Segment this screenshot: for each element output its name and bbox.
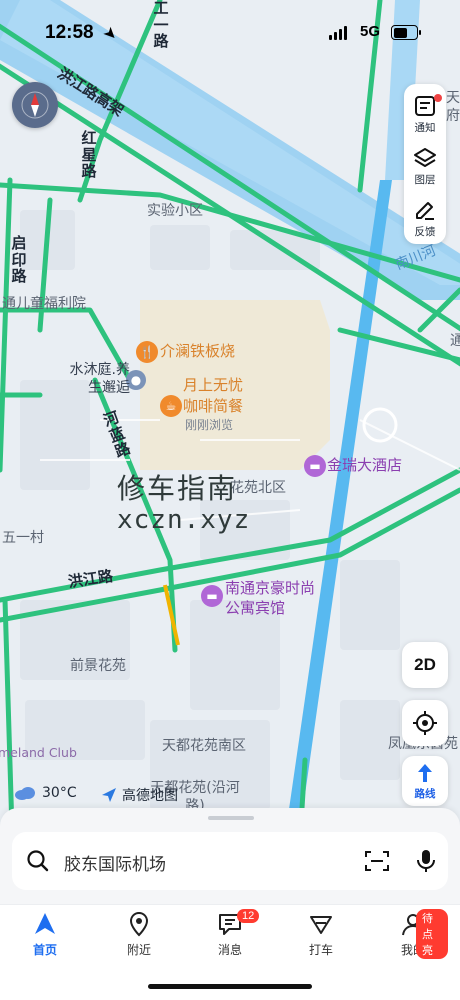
status-bar: 12:58 ➤ 5G	[0, 18, 460, 52]
locate-icon	[413, 711, 437, 735]
signal-icon	[329, 26, 347, 40]
battery-icon	[391, 25, 421, 40]
watermark-line1: 修车指南	[117, 472, 238, 505]
tab-messages-label: 消息	[217, 943, 242, 957]
scan-icon[interactable]	[364, 849, 390, 873]
restaurant-pin-icon[interactable]: 🍴	[136, 341, 158, 363]
poi-jielan[interactable]: 介澜铁板烧	[160, 342, 235, 361]
hotel-pin-icon[interactable]: ▬	[304, 455, 326, 477]
amap-logo-text: 高德地图	[122, 788, 178, 804]
tab-bar: 首页 附近 消息 12 打车 我的 待点亮	[0, 904, 460, 1000]
home-indicator	[148, 984, 312, 989]
view-mode-button[interactable]: 2D	[402, 642, 448, 688]
poi-shuimu[interactable]: 水沐庭.养生邂逅	[60, 362, 130, 397]
area-label-tiandu-nan: 天都花苑南区	[162, 738, 246, 754]
area-label-qianjing: 前景花苑	[70, 658, 126, 674]
map-toolbar: 通知 图层 反馈	[404, 84, 446, 244]
taxi-icon	[310, 916, 332, 934]
tab-home[interactable]: 首页	[10, 911, 80, 958]
tab-profile[interactable]: 我的 待点亮	[378, 909, 448, 959]
layers-button[interactable]: 图层	[404, 140, 446, 192]
area-label-edge-tong: 通	[450, 333, 460, 349]
feedback-label: 反馈	[414, 225, 436, 238]
hotel-pin-icon[interactable]: ▬	[201, 585, 223, 607]
location-arrow-icon: ➤	[99, 22, 123, 45]
area-label-edge-tian: 天府	[446, 90, 460, 124]
road-label-qiyin: 启印路	[11, 234, 27, 285]
notify-label: 通知	[414, 121, 436, 134]
search-input[interactable]: 胶东国际机场	[64, 850, 166, 875]
area-label-wuyi: 五一村	[2, 530, 44, 546]
amap-logo: 高德地图	[100, 785, 178, 805]
area-label-children-welfare: 通儿童福利院	[2, 296, 86, 312]
home-arrow-icon	[35, 913, 55, 934]
road-label-hongxing: 红星路	[81, 129, 97, 180]
poi-nantong-hotel[interactable]: 南通京豪时尚公寓宾馆	[225, 578, 317, 619]
feedback-icon	[416, 201, 434, 220]
area-label-shiyan: 实验小区	[147, 203, 203, 219]
cafe-pin-icon[interactable]: ☕	[160, 395, 182, 417]
watermark-line2: xczn.xyz	[117, 505, 251, 535]
tab-nearby[interactable]: 附近	[104, 911, 174, 958]
route-arrow-icon	[418, 763, 432, 782]
route-button[interactable]: 路线	[402, 756, 448, 806]
notify-dot	[434, 94, 442, 102]
notify-button[interactable]: 通知	[404, 88, 446, 140]
tab-home-label: 首页	[32, 943, 57, 957]
watermark: 修车指南 xczn.xyz	[117, 467, 250, 535]
locate-button[interactable]	[402, 700, 448, 746]
tab-taxi[interactable]: 打车	[286, 911, 356, 958]
messages-badge: 12	[237, 909, 260, 923]
layers-label: 图层	[414, 173, 436, 186]
microphone-icon[interactable]	[415, 848, 437, 874]
compass-icon	[21, 91, 49, 119]
amap-logo-icon	[102, 788, 116, 802]
poi-yueshang-line1[interactable]: 月上无忧	[183, 376, 243, 395]
view-mode-label: 2D	[414, 655, 436, 674]
search-bar[interactable]: 胶东国际机场	[12, 832, 448, 890]
location-pin-icon	[129, 911, 149, 937]
tab-taxi-label: 打车	[308, 943, 333, 957]
sheet-grabber[interactable]	[208, 816, 254, 820]
area-label-homeland: meland Club	[0, 745, 77, 760]
poi-yueshang-line2[interactable]: 咖啡简餐	[183, 397, 243, 416]
feedback-button[interactable]: 反馈	[404, 192, 446, 244]
status-time: 12:58	[45, 22, 94, 43]
cloud-icon	[15, 787, 35, 800]
layers-icon	[414, 147, 436, 167]
weather-temp: 30°C	[42, 785, 77, 801]
weather-widget[interactable]: 30°C	[14, 785, 77, 801]
search-icon	[27, 850, 49, 872]
tab-messages[interactable]: 消息 12	[195, 909, 265, 958]
route-label: 路线	[414, 787, 436, 800]
tab-nearby-label: 附近	[126, 943, 151, 957]
profile-badge: 待点亮	[416, 909, 448, 959]
bottom-sheet[interactable]: 胶东国际机场	[0, 808, 460, 904]
map-roads-layer	[0, 0, 460, 843]
map-canvas[interactable]: 洪江路高架 红星路 启印路 河蓝路 洪江路 南川河 工一路 实验小区 通儿童福利…	[0, 0, 460, 900]
poi-jinrui[interactable]: 金瑞大酒店	[327, 456, 402, 475]
compass-button[interactable]	[12, 82, 58, 128]
poi-yueshang-sub: 刚刚浏览	[185, 418, 234, 432]
network-label: 5G	[360, 23, 381, 40]
